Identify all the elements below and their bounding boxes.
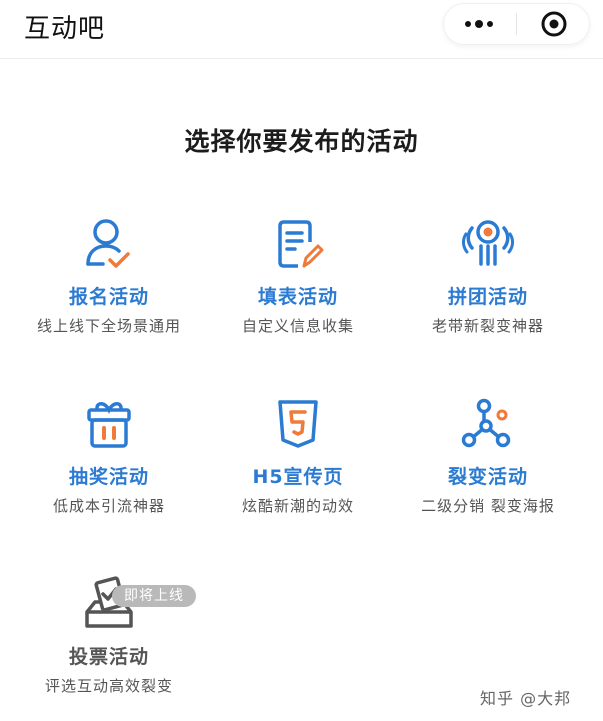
gift-box-icon: [87, 402, 131, 448]
html5-icon: [278, 400, 318, 448]
watermark-text: 知乎 @大邦: [480, 689, 572, 708]
activity-subtitle: 炫酷新潮的动效: [241, 497, 354, 515]
activity-subtitle: 评选互动高效裂变: [44, 677, 173, 695]
activity-card-h5[interactable]: H5宣传页 炫酷新潮的动效: [208, 394, 388, 544]
coming-soon-badge: 即将上线: [112, 585, 196, 607]
activity-title: 拼团活动: [447, 286, 528, 308]
user-check-icon: [86, 219, 130, 268]
app-title: 互动吧: [24, 14, 106, 44]
more-dots-icon[interactable]: [465, 18, 495, 30]
activity-title: 抽奖活动: [68, 466, 149, 488]
activity-subtitle: 自定义信息收集: [241, 317, 354, 335]
activity-card-lottery[interactable]: 抽奖活动 低成本引流神器: [19, 394, 199, 544]
app-page: 互动吧 选择你要发布的活动 报名活动 线上线下全场景通用 填表活动 自定义信息收…: [0, 0, 603, 721]
activity-title: 投票活动: [68, 646, 149, 668]
activity-card-form[interactable]: 填表活动 自定义信息收集: [208, 214, 388, 364]
network-nodes-icon: [461, 398, 511, 448]
form-pen-icon: [278, 220, 324, 268]
top-bar: 互动吧: [0, 0, 603, 59]
page-heading: 选择你要发布的活动: [184, 127, 419, 156]
activity-card-fission[interactable]: 裂变活动 二级分销 裂变海报: [398, 394, 578, 544]
activity-title: H5宣传页: [252, 466, 344, 488]
activity-subtitle: 二级分销 裂变海报: [421, 497, 555, 515]
activity-card-group[interactable]: 拼团活动 老带新裂变神器: [398, 214, 578, 364]
mini-program-capsule: [443, 3, 590, 45]
target-circle-icon[interactable]: [540, 10, 568, 38]
group-hands-icon: [462, 220, 514, 266]
activity-title: 填表活动: [257, 286, 338, 308]
capsule-divider: [516, 13, 517, 35]
activity-subtitle: 低成本引流神器: [52, 497, 165, 515]
activity-title: 报名活动: [68, 286, 149, 308]
activity-title: 裂变活动: [447, 466, 528, 488]
activity-card-signup[interactable]: 报名活动 线上线下全场景通用: [19, 214, 199, 364]
activity-subtitle: 线上线下全场景通用: [36, 317, 181, 335]
activity-subtitle: 老带新裂变神器: [431, 317, 544, 335]
